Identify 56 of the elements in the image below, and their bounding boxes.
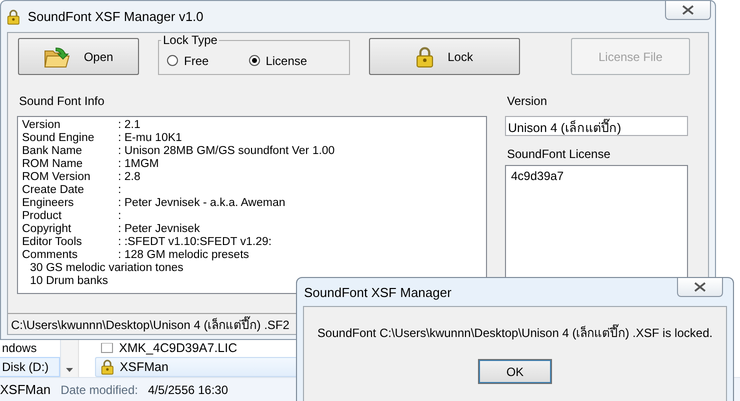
file-name: XSFMan <box>120 360 168 374</box>
field-label: Version <box>507 94 548 108</box>
close-icon <box>694 282 706 292</box>
ok-button[interactable]: OK <box>478 359 552 384</box>
info-value: : 128 GM melodic presets <box>118 249 250 262</box>
info-value: : Unison 28MB GM/GS soundfont Ver 1.00 <box>118 145 336 158</box>
detail-value: 4/5/2556 16:30 <box>148 382 228 396</box>
info-value: : E-mu 10K1 <box>118 132 183 145</box>
info-field: Editor Tools <box>22 236 118 249</box>
info-field: Comments <box>22 249 118 262</box>
folder-icon <box>44 44 70 68</box>
file-name: XSFMan <box>0 382 51 397</box>
close-button[interactable] <box>665 1 711 20</box>
info-field: ROM Name <box>22 158 118 171</box>
nav-item[interactable]: Disk (D:) <box>0 357 60 377</box>
open-button[interactable]: Open <box>18 38 139 75</box>
info-field: Bank Name <box>22 145 118 158</box>
info-field: Version <box>22 119 118 132</box>
lock-button[interactable]: Lock <box>369 38 520 75</box>
info-field: Product <box>22 210 118 223</box>
field-label: SoundFont License <box>507 147 612 161</box>
info-value: : 2.8 <box>118 171 142 184</box>
info-value: : 1MGM <box>118 158 160 171</box>
radio-option[interactable]: Free <box>167 54 209 68</box>
radio-option[interactable]: License <box>248 54 308 68</box>
info-field: Sound Engine <box>22 132 118 145</box>
group-label: Lock Type <box>162 33 218 47</box>
radio-button[interactable] <box>167 55 178 66</box>
info-value: : 2.1 <box>118 119 142 132</box>
dialog-title: SoundFont XSF Manager <box>304 284 452 300</box>
info-line: 10 Drum banks <box>30 275 108 287</box>
dropdown-arrow-icon <box>66 368 73 372</box>
window-title: SoundFont XSF Manager v1.0 <box>28 9 204 24</box>
file-item[interactable]: XMK_4C9D39A7.LIC <box>95 340 740 356</box>
info-field: Engineers <box>22 197 118 210</box>
radio-button[interactable] <box>248 55 260 66</box>
padlock-icon <box>416 46 434 68</box>
info-value: : :SFEDT v1.10:SFEDT v1.29: <box>118 236 273 249</box>
padlock-icon <box>101 359 114 375</box>
info-field: ROM Version <box>22 171 118 184</box>
detail-label: Date modified: <box>60 382 138 396</box>
padlock-icon <box>7 8 20 24</box>
version-field[interactable]: Unison 4 (เล็กแต่ปึ๊ก) <box>505 116 688 136</box>
info-line: 30 GS melodic variation tones <box>30 262 184 274</box>
info-value: : Peter Jevnisek - a.k.a. Aweman <box>118 197 286 210</box>
close-button[interactable] <box>677 278 723 297</box>
info-value: : <box>118 210 122 223</box>
close-icon <box>682 5 694 15</box>
nav-item[interactable]: ndows <box>0 340 60 356</box>
info-field: Create Date <box>22 184 118 197</box>
info-field: Copyright <box>22 223 118 236</box>
file-name: XMK_4C9D39A7.LIC <box>119 341 238 355</box>
file-icon <box>101 343 113 353</box>
info-value: : <box>118 184 122 197</box>
info-value: : Peter Jevnisek <box>118 223 201 236</box>
section-label: Sound Font Info <box>19 94 106 108</box>
